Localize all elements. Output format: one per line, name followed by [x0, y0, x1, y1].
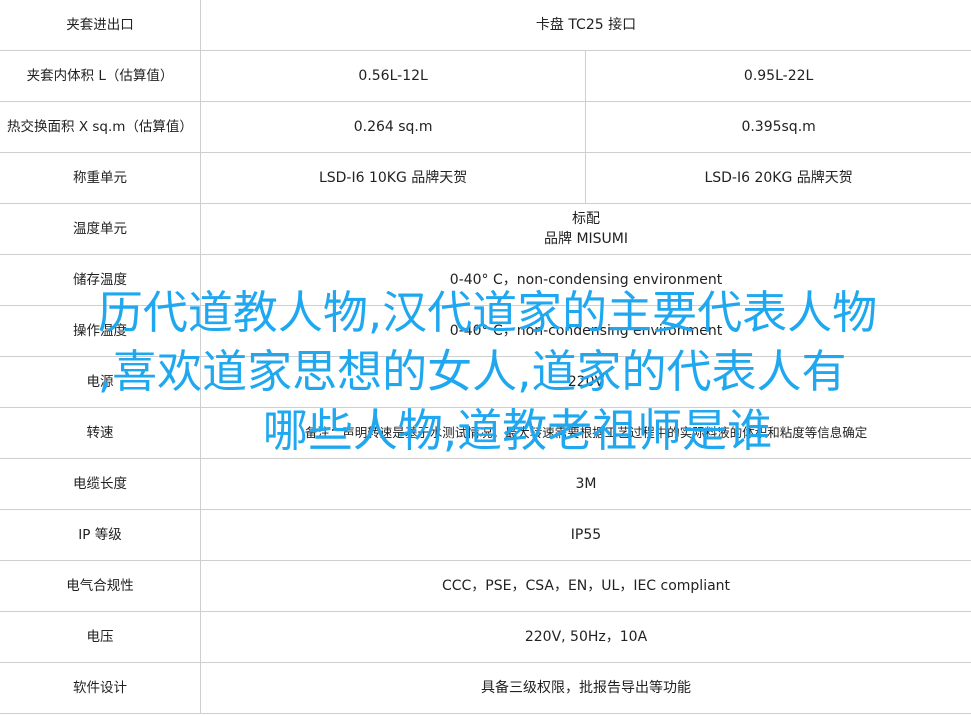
table-row: 储存温度 0-40° C，non-condensing environment: [0, 254, 971, 306]
table-row: 操作温度 0-40° C，non-condensing environment: [0, 305, 971, 357]
row-value: IP55: [200, 509, 971, 561]
row-label: 转速: [0, 407, 201, 459]
table-row: 电源 220V: [0, 356, 971, 408]
table-row: 夹套内体积 L（估算值） 0.56L-12L 0.95L-22L: [0, 50, 971, 102]
row-value: 0-40° C，non-condensing environment: [200, 305, 971, 357]
table-row: IP 等级 IP55: [0, 509, 971, 561]
row-value-right: LSD-I6 20KG 品牌天贺: [585, 152, 971, 204]
table-row: 温度单元 标配 品牌 MISUMI: [0, 203, 971, 255]
row-label: 电缆长度: [0, 458, 201, 510]
row-label: 电压: [0, 611, 201, 663]
row-value-left: 0.264 sq.m: [200, 101, 587, 153]
row-value: 3M: [200, 458, 971, 510]
row-value: 220V, 50Hz，10A: [200, 611, 971, 663]
table-row: 电缆长度 3M: [0, 458, 971, 510]
row-label: 夹套内体积 L（估算值）: [0, 50, 201, 102]
row-label: 软件设计: [0, 662, 201, 714]
table-row: 电压 220V, 50Hz，10A: [0, 611, 971, 663]
row-value: 具备三级权限，批报告导出等功能: [200, 662, 971, 714]
row-label: 储存温度: [0, 254, 201, 306]
row-value: 220V: [200, 356, 971, 408]
row-value-line-2: 品牌 MISUMI: [544, 231, 628, 247]
row-value: 0-40° C，non-condensing environment: [200, 254, 971, 306]
row-label: 操作温度: [0, 305, 201, 357]
row-value-right: 0.95L-22L: [585, 50, 971, 102]
table-row: 夹套进出口 卡盘 TC25 接口: [0, 0, 971, 51]
row-label: 电气合规性: [0, 560, 201, 612]
row-label: IP 等级: [0, 509, 201, 561]
row-value: 备注：声明转速是基于水测试情况。最大转速需要根据工艺过程中的实际料液的体积和粘度…: [200, 407, 971, 459]
row-value: 标配 品牌 MISUMI: [200, 203, 971, 255]
row-label: 温度单元: [0, 203, 201, 255]
table-row: 转速 备注：声明转速是基于水测试情况。最大转速需要根据工艺过程中的实际料液的体积…: [0, 407, 971, 459]
table-row: 电气合规性 CCC，PSE，CSA，EN，UL，IEC compliant: [0, 560, 971, 612]
spec-table: 夹套进出口 卡盘 TC25 接口 夹套内体积 L（估算值） 0.56L-12L …: [0, 0, 971, 714]
row-value-right: 0.395sq.m: [585, 101, 971, 153]
table-row: 称重单元 LSD-I6 10KG 品牌天贺 LSD-I6 20KG 品牌天贺: [0, 152, 971, 204]
table-row: 软件设计 具备三级权限，批报告导出等功能: [0, 662, 971, 714]
row-label: 热交换面积 X sq.m（估算值）: [0, 101, 201, 153]
row-label: 称重单元: [0, 152, 201, 204]
row-value: 卡盘 TC25 接口: [200, 0, 971, 51]
table-row: 热交换面积 X sq.m（估算值） 0.264 sq.m 0.395sq.m: [0, 101, 971, 153]
row-value: CCC，PSE，CSA，EN，UL，IEC compliant: [200, 560, 971, 612]
row-value-left: LSD-I6 10KG 品牌天贺: [200, 152, 587, 204]
row-label: 夹套进出口: [0, 0, 201, 51]
row-value-left: 0.56L-12L: [200, 50, 587, 102]
row-value-line-1: 标配: [572, 211, 600, 227]
row-label: 电源: [0, 356, 201, 408]
